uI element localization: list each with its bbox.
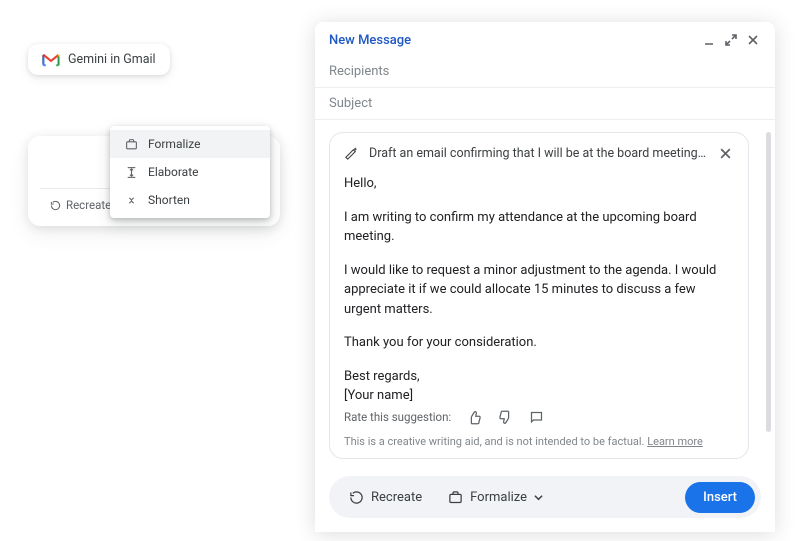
caret-down-icon — [534, 493, 543, 502]
menu-item-shorten[interactable]: Shorten — [110, 186, 270, 214]
compose-body: Draft an email confirming that I will be… — [315, 120, 775, 532]
recreate-label: Recreate — [371, 490, 422, 505]
draft-paragraph: I would like to request a minor adjustme… — [344, 261, 734, 320]
recipients-field[interactable]: Recipients — [315, 56, 775, 88]
collapse-vertical-icon — [124, 194, 138, 207]
feedback-icon[interactable] — [529, 410, 544, 425]
menu-item-elaborate[interactable]: Elaborate — [110, 158, 270, 186]
formalize-button[interactable]: Formalize — [438, 484, 553, 511]
menu-item-label: Elaborate — [148, 165, 199, 179]
disclaimer-text: This is a creative writing aid, and is n… — [344, 435, 647, 448]
subject-field[interactable]: Subject — [315, 88, 775, 120]
draft-paragraph: I am writing to confirm my attendance at… — [344, 208, 734, 247]
rate-label: Rate this suggestion: — [344, 410, 451, 424]
action-bar: Recreate Formalize Insert — [329, 476, 761, 518]
learn-more-link[interactable]: Learn more — [647, 435, 703, 448]
disclaimer: This is a creative writing aid, and is n… — [344, 435, 734, 448]
insert-button[interactable]: Insert — [685, 482, 755, 513]
expand-vertical-icon — [124, 166, 138, 179]
recreate-button-mini[interactable]: Recreate — [42, 194, 119, 216]
refresh-icon — [349, 490, 364, 505]
refresh-icon — [50, 200, 61, 211]
compose-window: New Message Recipients Subject Draft an … — [315, 22, 775, 532]
menu-item-formalize[interactable]: Formalize — [110, 130, 270, 158]
recreate-button[interactable]: Recreate — [339, 484, 432, 511]
draft-greeting: Hello, — [344, 174, 734, 194]
draft-body: Hello, I am writing to confirm my attend… — [344, 174, 734, 406]
briefcase-icon — [124, 138, 138, 151]
close-icon[interactable] — [743, 30, 763, 50]
rate-row: Rate this suggestion: — [344, 410, 734, 425]
refine-menu: Formalize Elaborate Shorten — [110, 126, 270, 218]
draft-paragraph: Thank you for your consideration. — [344, 333, 734, 353]
gemini-in-gmail-chip: Gemini in Gmail — [28, 44, 170, 75]
briefcase-icon — [448, 490, 463, 505]
scrollbar[interactable] — [766, 132, 771, 432]
thumbs-down-icon[interactable] — [498, 410, 513, 425]
expand-icon[interactable] — [721, 30, 741, 50]
gmail-logo-icon — [42, 53, 60, 67]
formalize-label: Formalize — [470, 490, 527, 505]
signoff-line: Best regards, — [344, 369, 420, 384]
dismiss-prompt-icon[interactable] — [717, 145, 734, 162]
recipients-label: Recipients — [329, 64, 389, 79]
signoff-name: [Your name] — [344, 388, 413, 403]
subject-label: Subject — [329, 96, 372, 111]
minimize-icon[interactable] — [699, 30, 719, 50]
prompt-text: Draft an email confirming that I will be… — [369, 146, 707, 161]
magic-pen-icon — [344, 146, 359, 161]
suggestion-card: Draft an email confirming that I will be… — [329, 132, 749, 459]
compose-header: New Message — [315, 22, 775, 56]
insert-label: Insert — [703, 490, 737, 505]
prompt-row: Draft an email confirming that I will be… — [344, 145, 734, 162]
menu-item-label: Formalize — [148, 137, 201, 151]
gemini-label: Gemini in Gmail — [68, 52, 156, 67]
compose-title: New Message — [329, 33, 411, 48]
draft-signoff: Best regards, [Your name] — [344, 367, 734, 406]
menu-item-label: Shorten — [148, 193, 190, 207]
recreate-label-mini: Recreate — [66, 198, 111, 212]
thumbs-up-icon[interactable] — [467, 410, 482, 425]
